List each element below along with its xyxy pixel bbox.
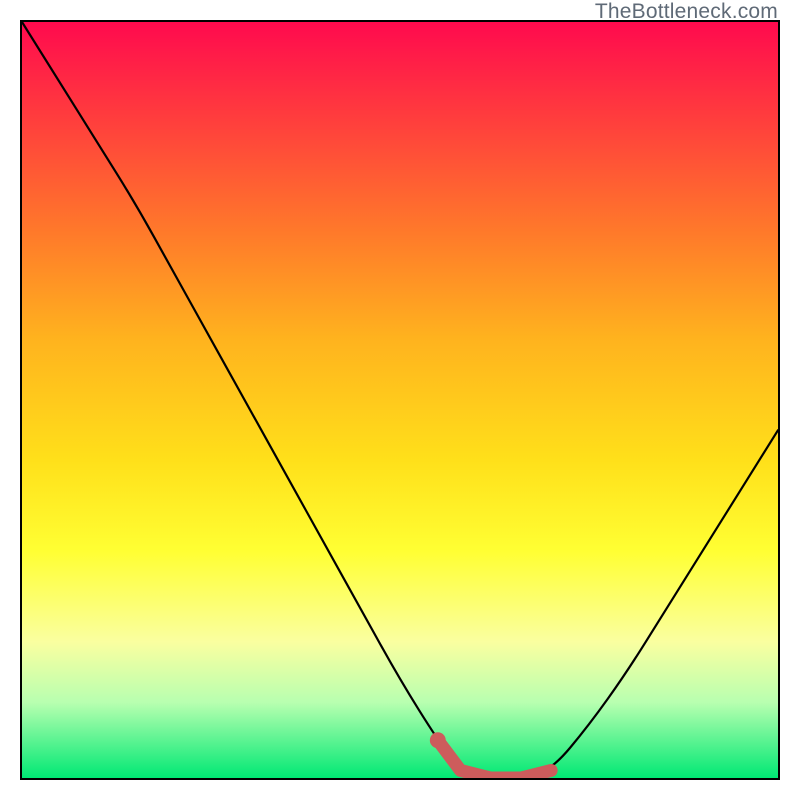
bottleneck-curve bbox=[22, 22, 778, 778]
optimal-range-highlight bbox=[438, 740, 551, 778]
chart-container: TheBottleneck.com bbox=[0, 0, 800, 800]
plot-svg bbox=[22, 22, 778, 778]
plot-frame bbox=[20, 20, 780, 780]
optimal-start-dot bbox=[430, 732, 446, 748]
